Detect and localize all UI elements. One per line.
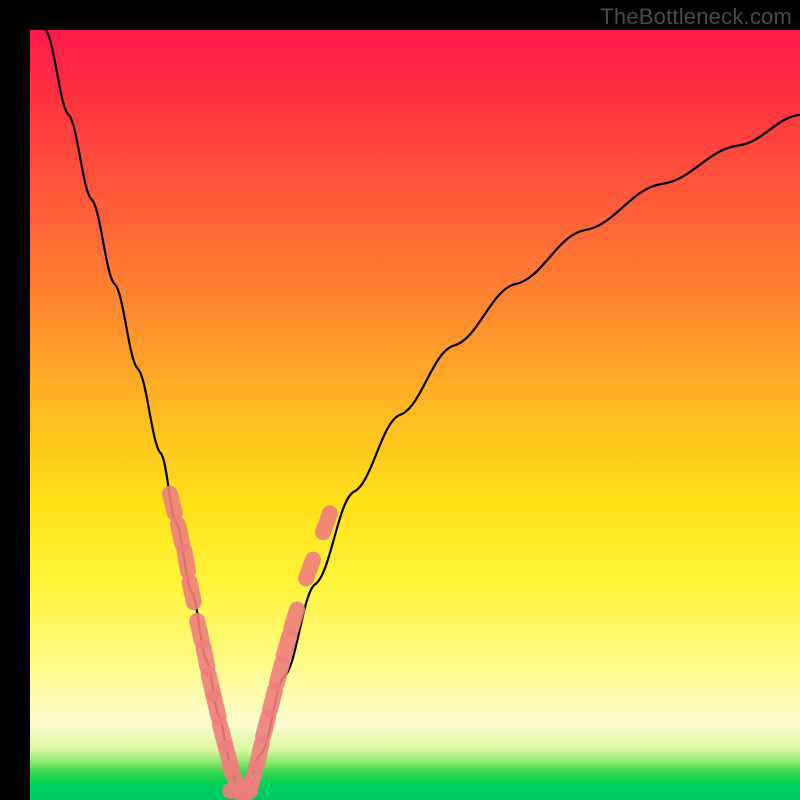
marker-pill [204, 648, 208, 668]
curve-layer [45, 30, 800, 792]
marker-pill [214, 698, 219, 717]
marker-pill [323, 513, 330, 532]
chart-svg [30, 30, 800, 800]
marker-layer [170, 494, 330, 800]
marker-pill [284, 636, 290, 655]
chart-frame: TheBottleneck.com [0, 0, 800, 800]
marker-pill [306, 560, 313, 579]
marker-pill [185, 551, 188, 571]
marker-pill [291, 610, 297, 629]
plot-area [30, 30, 800, 800]
marker-pill [170, 494, 175, 514]
watermark-text: TheBottleneck.com [600, 4, 792, 30]
marker-pill [178, 525, 183, 545]
marker-pill [197, 621, 201, 640]
marker-pill [263, 717, 268, 736]
marker-pill [270, 690, 275, 709]
marker-pill [257, 744, 262, 763]
marker-pill [277, 663, 282, 682]
bottleneck-curve [45, 30, 800, 792]
marker-pill [190, 582, 194, 602]
